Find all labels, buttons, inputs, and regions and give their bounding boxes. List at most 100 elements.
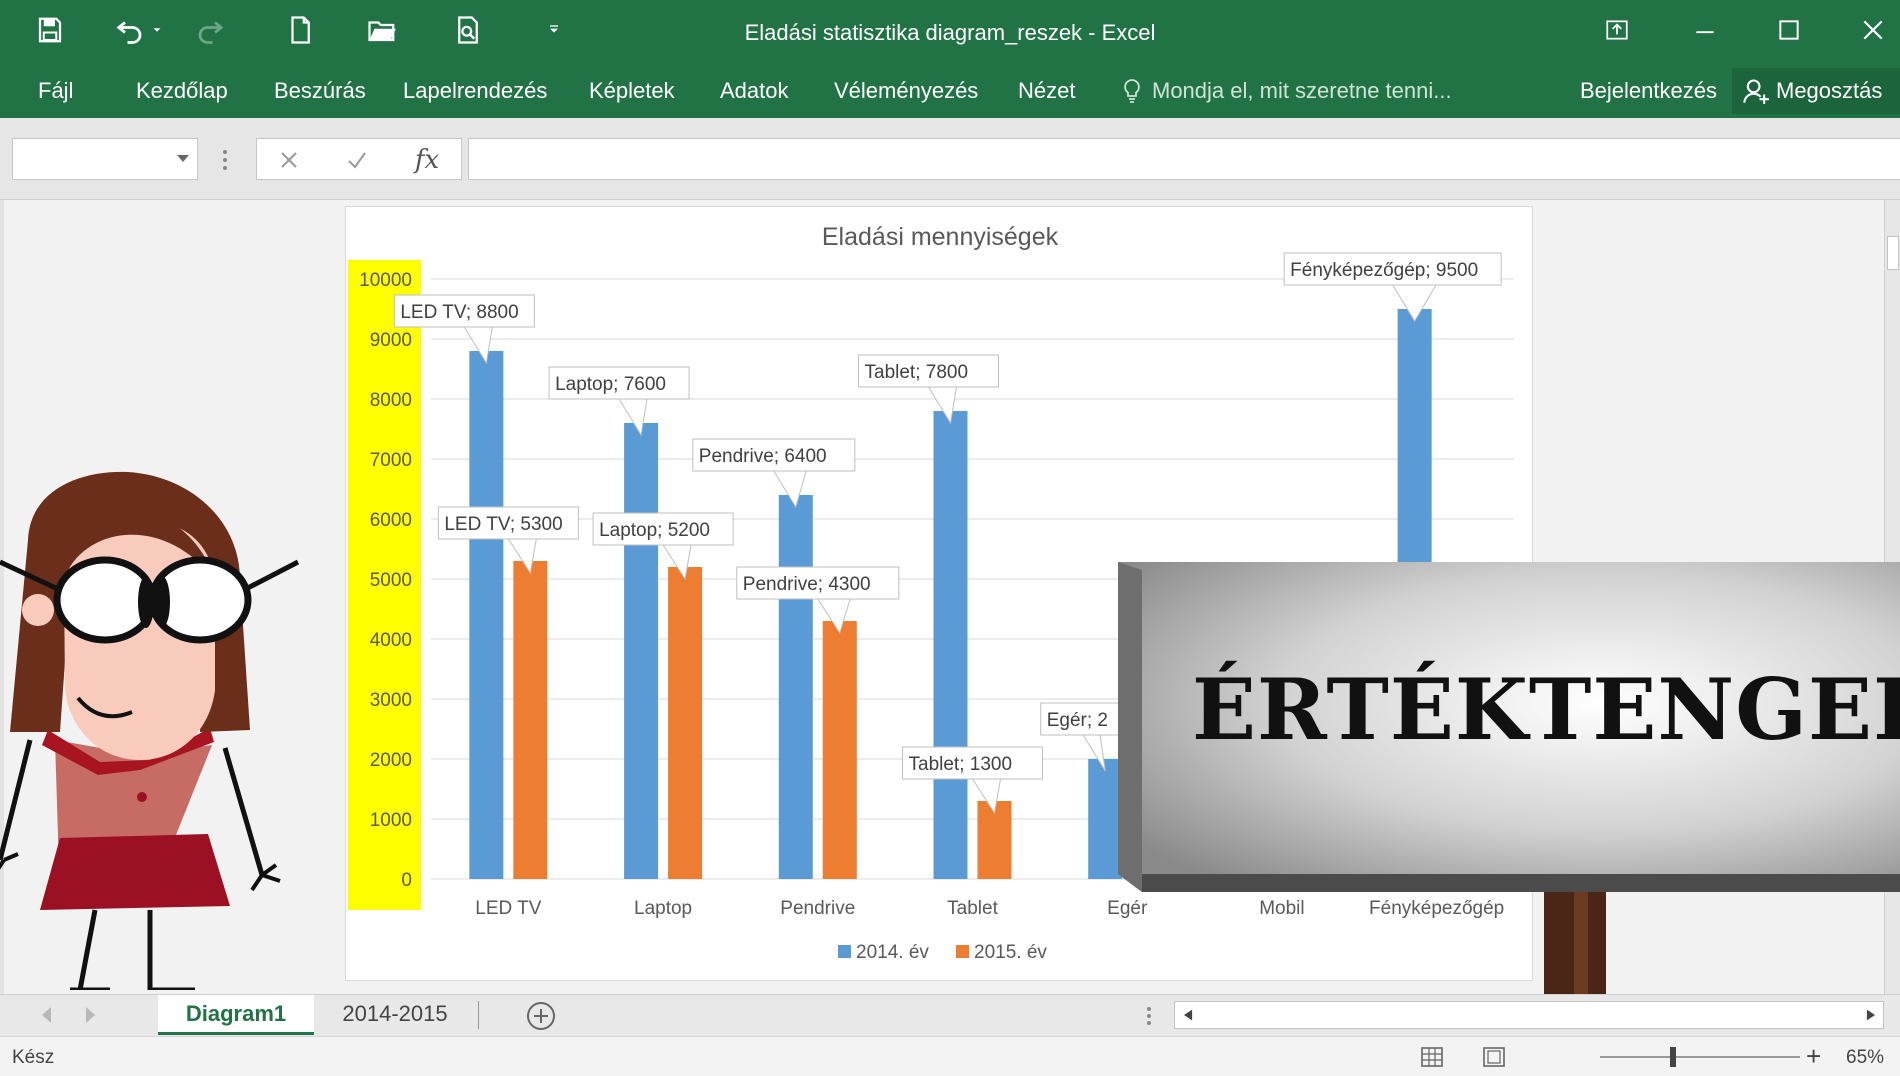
title-bar: Eladási statisztika diagram_reszek - Exc… (0, 0, 1900, 64)
formula-input[interactable] (468, 138, 1900, 180)
tell-me-search[interactable]: Mondja el, mit szeretne tenni... (1120, 74, 1452, 108)
formula-buttons: fx (256, 138, 462, 180)
data-label: Laptop; 5200 (592, 512, 734, 581)
share-label: Megosztás (1776, 78, 1883, 103)
page-layout-view-icon[interactable] (1482, 1046, 1506, 1068)
redo-icon[interactable] (190, 12, 230, 48)
data-label-text: LED TV; 5300 (444, 514, 562, 535)
scroll-tabs-right-icon[interactable] (86, 1007, 95, 1023)
data-label: Tablet; 7800 (858, 354, 999, 425)
y-tick-label: 6000 (370, 510, 412, 531)
legend-swatch (956, 945, 969, 958)
customize-toolbar-icon[interactable] (534, 12, 574, 48)
sheet-tab-2014-2015[interactable]: 2014-2015 (316, 995, 474, 1035)
signin-link[interactable]: Bejelentkezés (1580, 74, 1717, 108)
bar-0-1 (624, 423, 659, 879)
zoom-slider[interactable] (1600, 1056, 1800, 1058)
vertical-scroll-thumb[interactable] (1887, 236, 1899, 270)
y-tick-label: 4000 (370, 630, 412, 651)
ribbon-tabs: Fájl Kezdőlap Beszúrás Lapelrendezés Kép… (0, 64, 1900, 118)
insert-function-button[interactable]: fx (407, 145, 447, 175)
y-tick-label: 7000 (370, 450, 412, 471)
data-label: Laptop; 7600 (548, 366, 690, 437)
normal-view-icon[interactable] (1420, 1046, 1444, 1068)
y-tick-label: 0 (401, 870, 412, 891)
legend-label: 2014. év (856, 942, 929, 963)
person-add-icon (1743, 79, 1769, 104)
data-label-text: Fényképezőgép; 9500 (1290, 260, 1478, 281)
maximize-icon[interactable] (1762, 12, 1816, 48)
sheet-tab-diagram1[interactable]: Diagram1 (158, 995, 314, 1035)
drag-handle-icon[interactable] (222, 146, 228, 174)
tab-home[interactable]: Kezdőlap (136, 74, 228, 108)
new-file-icon[interactable] (280, 12, 320, 48)
sheet-tabs-bar: Diagram1 2014-2015 (0, 994, 1900, 1036)
scroll-tabs-left-icon[interactable] (42, 1007, 51, 1023)
formula-bar: fx (0, 118, 1900, 200)
y-tick-label: 8000 (370, 390, 412, 411)
bar-1-0 (513, 561, 548, 879)
legend-label: 2015. év (974, 942, 1047, 963)
y-tick-label: 3000 (370, 690, 412, 711)
open-folder-icon[interactable] (362, 12, 402, 48)
ribbon-display-options-icon[interactable] (1590, 12, 1644, 48)
share-button[interactable]: Megosztás (1732, 68, 1900, 114)
bar-0-3 (933, 411, 968, 879)
tab-separator (478, 1001, 479, 1029)
y-tick-label: 2000 (370, 750, 412, 771)
tab-data[interactable]: Adatok (720, 74, 789, 108)
data-label-text: Pendrive; 6400 (699, 446, 827, 467)
tab-formulas[interactable]: Képletek (589, 74, 675, 108)
tab-insert[interactable]: Beszúrás (274, 74, 366, 108)
y-tick-label: 1000 (370, 810, 412, 831)
horizontal-scrollbar[interactable] (1174, 1001, 1884, 1029)
tab-file[interactable]: Fájl (38, 74, 73, 108)
print-preview-icon[interactable] (448, 12, 488, 48)
data-label-text: Tablet; 7800 (865, 362, 969, 383)
y-tick-label: 5000 (370, 570, 412, 591)
x-tick-label: Pendrive (780, 898, 855, 919)
minimize-icon[interactable] (1678, 12, 1732, 48)
y-tick-label: 9000 (370, 330, 412, 351)
data-label: Pendrive; 6400 (692, 438, 856, 509)
zoom-slider-thumb[interactable] (1670, 1047, 1676, 1067)
scroll-left-icon[interactable] (1175, 1002, 1201, 1028)
data-label-text: Pendrive; 4300 (743, 574, 871, 595)
name-box-dropdown-icon[interactable] (177, 155, 189, 162)
save-icon[interactable] (30, 12, 70, 48)
confirm-entry-icon[interactable] (337, 145, 377, 175)
bar-0-2 (778, 495, 813, 879)
cancel-entry-icon[interactable] (269, 145, 309, 175)
name-box[interactable] (12, 138, 198, 180)
data-label: Fényképezőgép; 9500 (1283, 252, 1502, 322)
tab-split-handle-icon[interactable] (1146, 1005, 1152, 1027)
signboard-text: ÉRTÉKTENGELY (1192, 660, 1900, 759)
undo-icon[interactable] (110, 12, 150, 48)
tab-view[interactable]: Nézet (1018, 74, 1075, 108)
legend-swatch (838, 945, 851, 958)
undo-dropdown-icon[interactable] (146, 12, 168, 48)
data-label-text: Laptop; 7600 (555, 374, 666, 395)
status-bar: Kész + 65% (0, 1036, 1900, 1076)
tell-me-placeholder: Mondja el, mit szeretne tenni... (1152, 78, 1452, 103)
zoom-in-icon[interactable]: + (1806, 1043, 1821, 1069)
add-sheet-icon[interactable] (526, 1001, 556, 1031)
chart-title: Eladási mennyiségek (822, 223, 1059, 251)
y-tick-label: 10000 (359, 270, 412, 291)
bar-1-1 (668, 567, 703, 879)
data-label-text: LED TV; 8800 (400, 302, 518, 323)
scroll-right-icon[interactable] (1857, 1002, 1883, 1028)
data-label-text: Egér; 2 (1047, 710, 1108, 731)
status-text: Kész (12, 1047, 55, 1068)
data-label-text: Tablet; 1300 (909, 754, 1013, 775)
tab-review[interactable]: Véleményezés (834, 74, 978, 108)
data-label: Tablet; 1300 (902, 746, 1043, 815)
bar-0-0 (469, 351, 504, 879)
close-icon[interactable] (1846, 12, 1900, 48)
zoom-level[interactable]: 65% (1846, 1047, 1884, 1069)
data-label: Pendrive; 4300 (736, 566, 900, 635)
x-tick-label: LED TV (475, 898, 542, 919)
tab-page-layout[interactable]: Lapelrendezés (403, 74, 547, 108)
bar-1-2 (822, 621, 857, 879)
x-tick-label: Tablet (947, 898, 998, 919)
